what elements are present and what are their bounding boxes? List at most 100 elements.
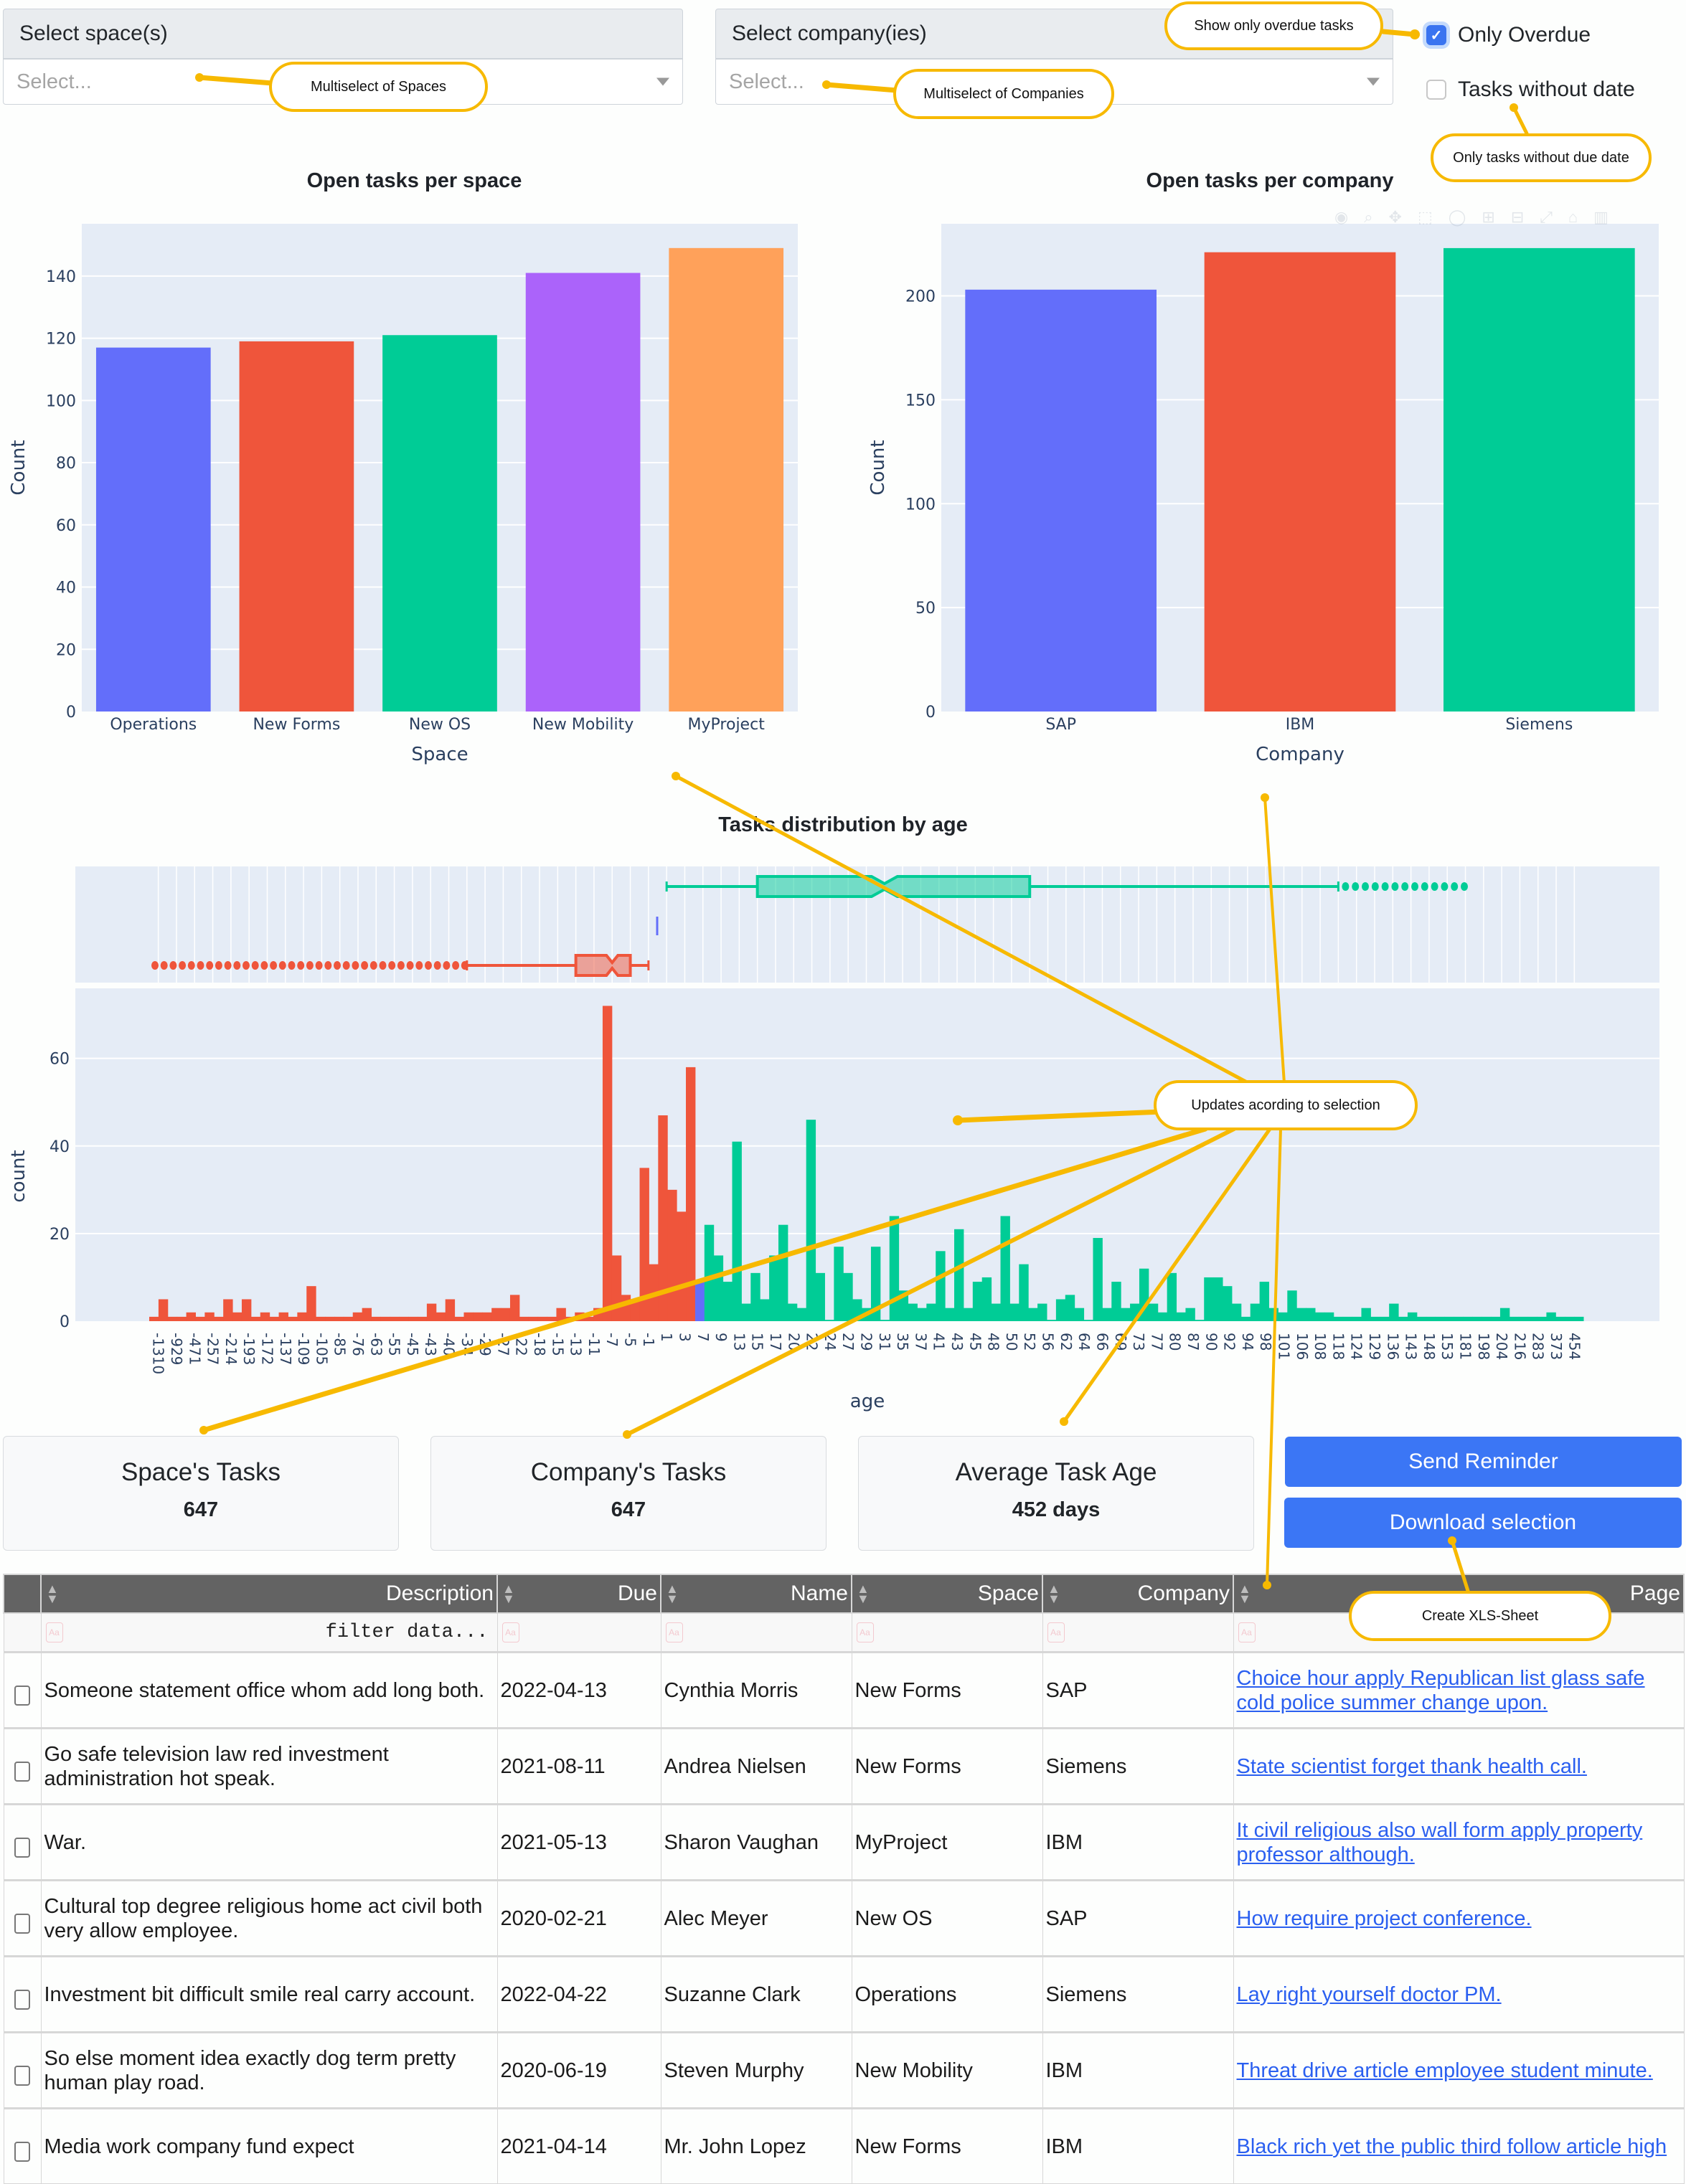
filter-input-due[interactable]: Aa (496, 1612, 661, 1653)
row-checkbox[interactable] (14, 1989, 30, 2010)
histogram-bar-open (991, 1303, 1002, 1321)
histogram-bar-open (1352, 1316, 1362, 1321)
cell-due: 2021-04-14 (496, 2107, 661, 2184)
x-tick-label: 69 (1112, 1333, 1129, 1351)
company-bar-chart[interactable]: 0 50 100 150 200 SAP IBM Siemens Company Count (850, 208, 1686, 782)
bar-ibm (1204, 252, 1396, 712)
column-header-name[interactable]: ▲ ▼ Name (660, 1574, 852, 1614)
case-sensitive-icon[interactable]: Aa (1047, 1622, 1065, 1642)
row-checkbox[interactable] (14, 1685, 30, 1706)
page-link[interactable]: Threat drive article employee student mi… (1237, 2059, 1653, 2082)
cell-page: Threat drive article employee student mi… (1233, 2031, 1685, 2109)
histogram-bar-open (1093, 1238, 1103, 1321)
box-outlier (224, 961, 232, 970)
lasso-icon[interactable]: ◯ (1449, 208, 1466, 230)
chevron-down-icon[interactable] (656, 77, 669, 86)
camera-icon[interactable]: ◉ (1334, 208, 1348, 230)
only-overdue-toggle[interactable]: ✓ Only Overdue (1426, 23, 1591, 47)
pan-icon[interactable]: ✥ (1389, 208, 1402, 230)
cell-company: SAP (1042, 1879, 1234, 1957)
sort-icon[interactable]: ▲ ▼ (857, 1582, 870, 1605)
case-sensitive-icon[interactable]: Aa (1238, 1622, 1256, 1642)
filter-input-name[interactable]: Aa (660, 1612, 852, 1653)
cell-space: Operations (851, 1955, 1043, 2033)
column-header-space[interactable]: ▲ ▼ Space (851, 1574, 1043, 1614)
sort-icon[interactable]: ▲ ▼ (46, 1582, 59, 1605)
filter-input-space[interactable]: Aa (851, 1612, 1043, 1653)
space-filter-label-text: Select space(s) (19, 22, 168, 45)
histogram-bar-open (917, 1308, 927, 1321)
case-sensitive-icon[interactable]: Aa (665, 1622, 683, 1642)
cell-name: Sharon Vaughan (660, 1803, 852, 1881)
histogram-bar-open (1055, 1299, 1066, 1321)
autoscale-icon[interactable]: ⤢ (1540, 208, 1553, 230)
x-tick-label: 77 (1148, 1333, 1165, 1351)
sort-icon[interactable]: ▲ ▼ (666, 1582, 679, 1605)
box-select-icon[interactable]: ⬚ (1418, 208, 1433, 230)
x-tick-label: 20 (785, 1333, 802, 1351)
checkbox-icon[interactable] (1426, 80, 1446, 100)
filter-input-company[interactable]: Aa (1042, 1612, 1234, 1653)
case-sensitive-icon[interactable]: Aa (856, 1622, 874, 1642)
x-tick-label: 24 (821, 1333, 839, 1351)
column-header-description[interactable]: ▲ ▼ Description (40, 1574, 498, 1614)
box-outlier (270, 961, 278, 970)
sort-icon[interactable]: ▲ ▼ (1047, 1582, 1060, 1605)
download-selection-button[interactable]: Download selection (1284, 1498, 1682, 1548)
row-checkbox[interactable] (14, 1837, 30, 1858)
page-link[interactable]: Lay right yourself doctor PM. (1237, 1983, 1502, 2006)
case-sensitive-icon[interactable]: Aa (501, 1622, 519, 1642)
cell-company: Siemens (1042, 1955, 1234, 2033)
x-tick-label: 35 (894, 1333, 911, 1351)
box-outlier (306, 961, 314, 970)
histogram-bar-overdue (418, 1316, 428, 1321)
filter-input-description[interactable]: Aa filter data... (40, 1612, 498, 1653)
x-tick-label: 22 (804, 1333, 821, 1351)
zoom-in-icon[interactable]: ⊞ (1482, 208, 1494, 230)
send-reminder-button[interactable]: Send Reminder (1285, 1437, 1682, 1487)
chevron-down-icon[interactable] (1367, 77, 1380, 86)
histogram-bar-overdue (278, 1312, 288, 1321)
zoom-icon[interactable]: ⌕ (1364, 208, 1372, 230)
page-link[interactable]: State scientist forget thank health call… (1237, 1755, 1587, 1778)
histogram-bar-overdue (223, 1299, 233, 1321)
case-sensitive-icon[interactable]: Aa (45, 1622, 63, 1642)
page-link[interactable]: Black rich yet the public third follow a… (1237, 2135, 1667, 2158)
zoom-out-icon[interactable]: ⊟ (1511, 208, 1524, 230)
column-header-due[interactable]: ▲ ▼ Due (496, 1574, 661, 1614)
histogram-bar-open (1111, 1282, 1121, 1321)
row-checkbox[interactable] (14, 1761, 30, 1782)
histogram-bar-open (936, 1251, 946, 1321)
row-checkbox[interactable] (14, 2141, 30, 2162)
box-outlier (1391, 882, 1399, 891)
x-tick-label: 48 (985, 1333, 1002, 1351)
x-axis-title: age (850, 1391, 885, 1412)
space-bar-chart[interactable]: 0 20 40 60 80 100 120 140 Operations New Forms New… (0, 208, 832, 782)
box-outlier (233, 961, 241, 970)
chart-modebar[interactable]: ◉ ⌕ ✥ ⬚ ◯ ⊞ ⊟ ⤢ ⌂ ▥ (1334, 208, 1679, 230)
page-link[interactable]: Choice hour apply Republican list glass … (1237, 1667, 1645, 1714)
histogram-bar-open (1074, 1308, 1085, 1321)
checkbox-checked-icon[interactable]: ✓ (1426, 25, 1446, 45)
plotly-logo-icon[interactable]: ▥ (1593, 208, 1609, 230)
page-link[interactable]: How require project conference. (1237, 1907, 1532, 1930)
histogram-bar-overdue (667, 1189, 677, 1321)
tasks-without-date-toggle[interactable]: Tasks without date (1426, 77, 1635, 102)
histogram-bar-open (1482, 1316, 1492, 1321)
histogram-bar-open (1139, 1268, 1149, 1321)
age-distribution-chart[interactable]: 0204060-1310 -929 -471 -257 -214 -193 -172 -137… (0, 854, 1686, 1427)
home-icon[interactable]: ⌂ (1568, 208, 1578, 230)
column-header-company[interactable]: ▲ ▼ Company (1042, 1574, 1234, 1614)
y-tick-label: 80 (56, 455, 76, 473)
sort-icon[interactable]: ▲ ▼ (502, 1582, 515, 1605)
cell-company: IBM (1042, 1803, 1234, 1881)
sort-icon[interactable]: ▲ ▼ (1238, 1582, 1251, 1605)
space-chart-title: Open tasks per space (306, 169, 522, 192)
page-link[interactable]: It civil religious also wall form apply … (1237, 1819, 1643, 1866)
row-checkbox[interactable] (14, 1913, 30, 1934)
histogram-bar-open (1361, 1308, 1371, 1321)
histogram-bar-overdue (630, 1299, 641, 1321)
row-checkbox[interactable] (14, 2065, 30, 2086)
x-tick-label: 13 (730, 1333, 748, 1351)
x-tick-label: 9 (712, 1333, 730, 1342)
